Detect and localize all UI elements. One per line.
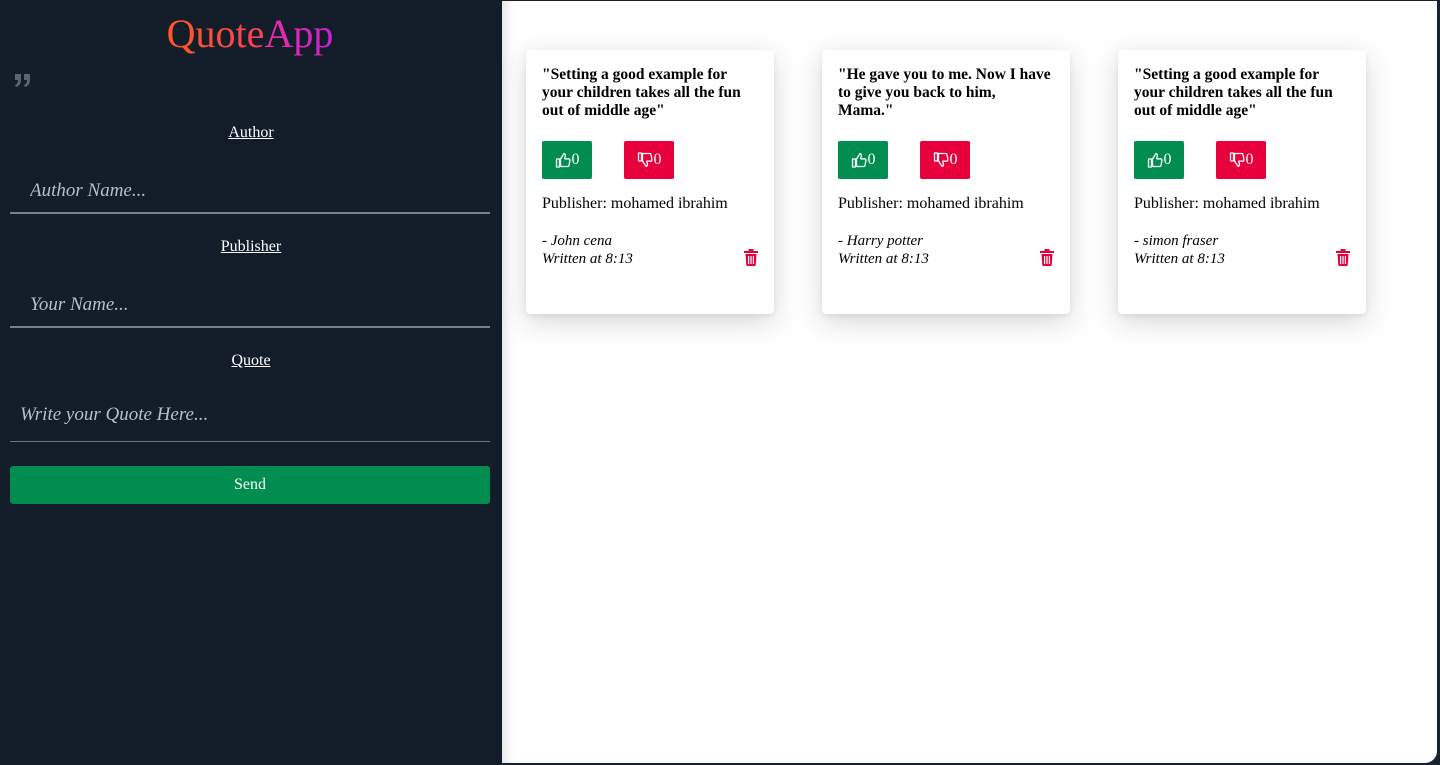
quote-mark-icon: [14, 70, 32, 90]
like-count: 0: [867, 151, 876, 168]
like-count: 0: [1163, 151, 1172, 168]
author-name-input[interactable]: [10, 170, 490, 214]
author-text: - John cena: [542, 233, 612, 249]
quote-card: "He gave you to me. Now I have to give y…: [822, 50, 1070, 314]
dislike-button[interactable]: 0: [1216, 141, 1266, 179]
like-count: 0: [571, 151, 580, 168]
publisher-text: Publisher: mohamed ibrahim: [1134, 195, 1320, 212]
publisher-text: Publisher: mohamed ibrahim: [542, 195, 728, 212]
dislike-count: 0: [653, 151, 662, 168]
written-time: Written at 8:13: [1134, 251, 1225, 267]
dislike-button[interactable]: 0: [624, 141, 674, 179]
sidebar-form-panel: QuoteApp Author Publisher Quote Send: [0, 0, 502, 765]
app-logo: QuoteApp: [10, 0, 490, 56]
quote-textarea[interactable]: [10, 394, 490, 442]
trash-icon[interactable]: [1040, 249, 1054, 266]
trash-icon[interactable]: [744, 249, 758, 266]
thumbs-down-icon: [933, 152, 949, 168]
vote-row: 0 0: [1134, 141, 1266, 179]
like-button[interactable]: 0: [838, 141, 888, 179]
send-button[interactable]: Send: [10, 466, 490, 504]
thumbs-up-icon: [555, 152, 571, 168]
dislike-count: 0: [1245, 151, 1254, 168]
author-text: - simon fraser: [1134, 233, 1219, 249]
thumbs-up-icon: [1147, 152, 1163, 168]
quotes-board: "Setting a good example for your childre…: [502, 1, 1437, 763]
like-button[interactable]: 0: [542, 141, 592, 179]
like-button[interactable]: 0: [1134, 141, 1184, 179]
quote-text: "Setting a good example for your childre…: [1134, 66, 1333, 119]
publisher-name-input[interactable]: [10, 284, 490, 328]
logo-text-quote: Quote: [166, 11, 265, 56]
thumbs-up-icon: [851, 152, 867, 168]
thumbs-down-icon: [637, 152, 653, 168]
written-time: Written at 8:13: [542, 251, 633, 267]
quote-label: Quote: [231, 352, 271, 369]
thumbs-down-icon: [1229, 152, 1245, 168]
app-root: QuoteApp Author Publisher Quote Send "Se…: [0, 0, 1440, 765]
quote-text: "Setting a good example for your childre…: [542, 66, 741, 119]
written-time: Written at 8:13: [838, 251, 929, 267]
logo-text-app: App: [264, 11, 334, 56]
quote-text: "He gave you to me. Now I have to give y…: [838, 66, 1051, 119]
vote-row: 0 0: [838, 141, 970, 179]
quote-card: "Setting a good example for your childre…: [1118, 50, 1366, 314]
quote-card: "Setting a good example for your childre…: [526, 50, 774, 314]
author-text: - Harry potter: [838, 233, 923, 249]
dislike-button[interactable]: 0: [920, 141, 970, 179]
dislike-count: 0: [949, 151, 958, 168]
publisher-label: Publisher: [220, 238, 282, 255]
trash-icon[interactable]: [1336, 249, 1350, 266]
publisher-text: Publisher: mohamed ibrahim: [838, 195, 1024, 212]
author-label: Author: [228, 124, 274, 141]
vote-row: 0 0: [542, 141, 674, 179]
